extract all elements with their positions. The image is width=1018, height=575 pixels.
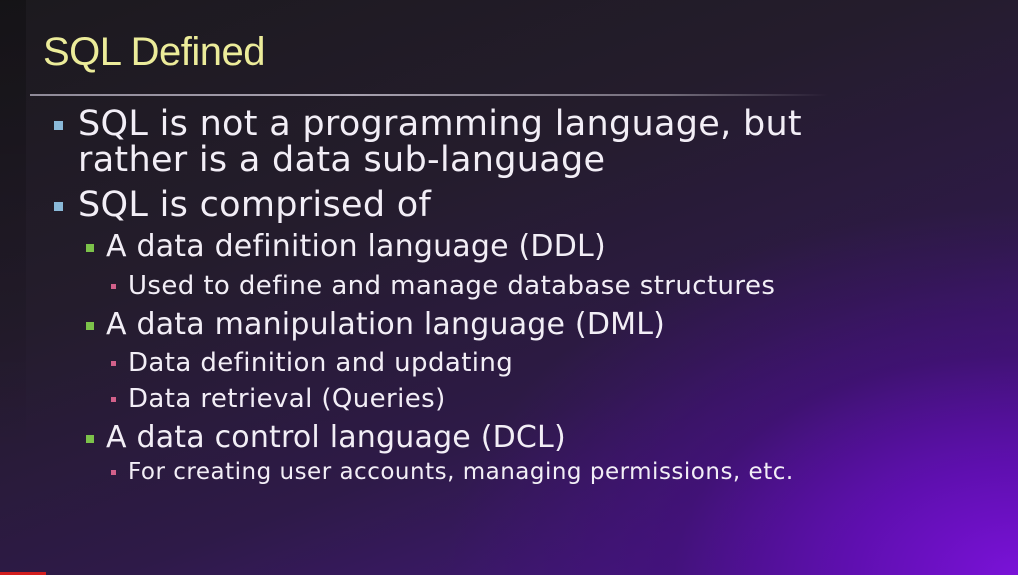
bullet-level3: Data definition and updating (111, 348, 514, 378)
bullet-text-line: SQL is not a programming language, but (78, 104, 802, 144)
bullet-level3: Used to define and manage database struc… (111, 271, 776, 301)
bullet-level2: A data control language (DCL) (86, 420, 566, 455)
bullet-level3: For creating user accounts, managing per… (111, 457, 794, 487)
bullet-text: A data control language (DCL) (106, 420, 566, 455)
square-bullet-icon (111, 361, 116, 366)
bullet-list: SQL is not a programming language, but r… (0, 0, 1018, 575)
square-bullet-icon (111, 284, 116, 289)
bullet-text: For creating user accounts, managing per… (128, 459, 794, 485)
square-bullet-icon (86, 322, 94, 330)
square-bullet-icon (111, 397, 116, 402)
square-bullet-icon (54, 121, 63, 130)
bullet-level2: A data definition language (DDL) (86, 229, 606, 264)
bullet-text-line: rather is a data sub-language (78, 140, 606, 180)
bullet-text: Used to define and manage database struc… (128, 271, 776, 301)
bullet-text: SQL is comprised of (78, 185, 432, 225)
bullet-level2: A data manipulation language (DML) (86, 307, 666, 342)
bullet-text: A data definition language (DDL) (106, 229, 606, 264)
square-bullet-icon (86, 244, 94, 252)
bullet-text: A data manipulation language (DML) (106, 307, 666, 342)
bullet-text: Data retrieval (Queries) (128, 384, 446, 414)
bullet-text: Data definition and updating (128, 348, 514, 378)
bullet-level1: SQL is comprised of (54, 185, 432, 225)
bullet-continuation: rather is a data sub-language (78, 142, 605, 178)
bullet-level3: Data retrieval (Queries) (111, 384, 446, 414)
square-bullet-icon (86, 435, 94, 443)
bullet-level1: SQL is not a programming language, but (54, 104, 802, 144)
square-bullet-icon (111, 470, 116, 475)
slide: SQL Defined SQL is not a programming lan… (0, 0, 1018, 575)
square-bullet-icon (54, 202, 63, 211)
